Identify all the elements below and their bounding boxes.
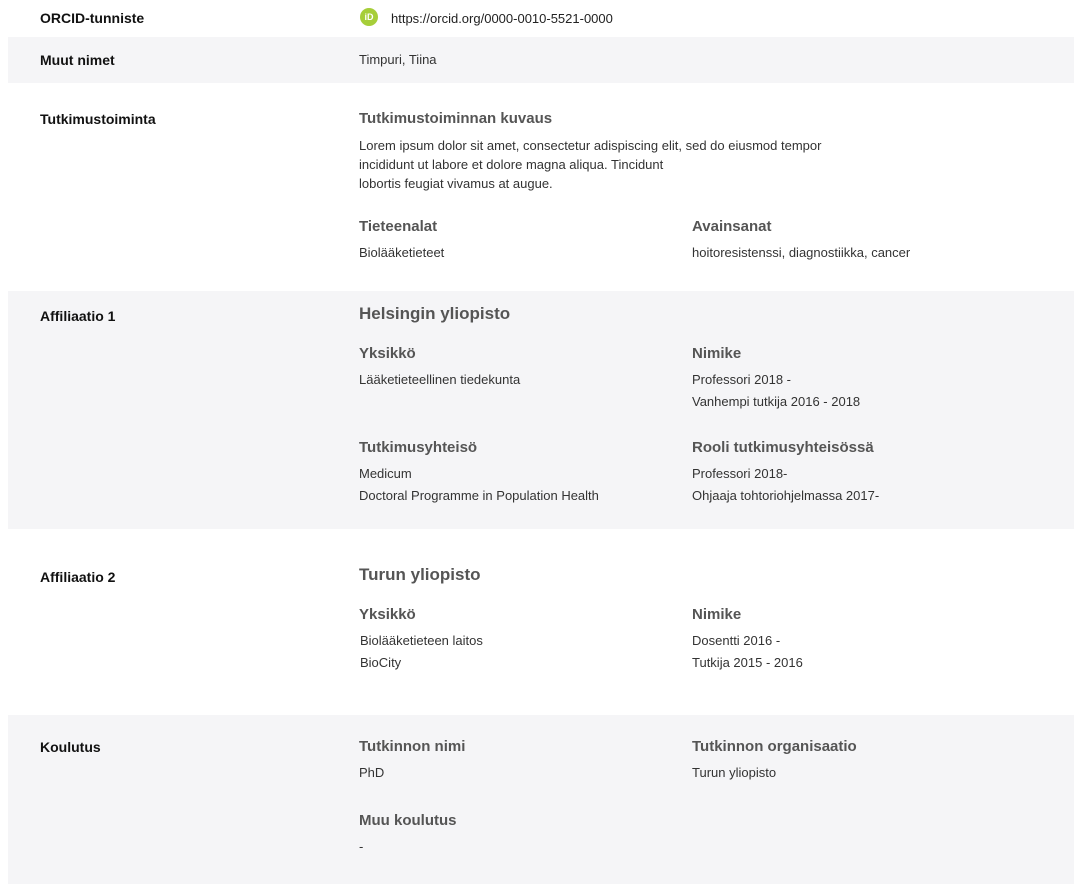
other-education-value: - (359, 839, 364, 854)
title-values: Professori 2018 - Vanhempi tutkija 2016 … (692, 369, 860, 413)
title-value: Professori 2018 - (692, 372, 791, 387)
other-names-label: Muut nimet (40, 52, 115, 68)
fields-heading: Tieteenalat (359, 218, 438, 235)
title-values: Dosentti 2016 - Tutkija 2015 - 2016 (692, 630, 803, 674)
unit-heading: Yksikkö (359, 606, 416, 623)
orcid-icon: iD (360, 8, 378, 26)
research-label: Tutkimustoiminta (40, 111, 156, 127)
degree-org-value: Turun yliopisto (692, 765, 777, 780)
affiliation-2-label: Affiliaatio 2 (40, 569, 116, 585)
role-value: Ohjaaja tohtoriohjelmassa 2017- (692, 488, 880, 503)
community-heading: Tutkimusyhteisö (359, 439, 478, 456)
orcid-label: ORCID-tunniste (40, 10, 145, 26)
unit-values: Biolääketieteen laitos BioCity (360, 630, 483, 674)
community-values: Medicum Doctoral Programme in Population… (359, 463, 599, 507)
research-description: Lorem ipsum dolor sit amet, consectetur … (359, 136, 919, 193)
other-education-heading: Muu koulutus (359, 812, 457, 829)
community-value: Medicum (359, 466, 412, 481)
affiliation-1-row: Affiliaatio 1 Helsingin yliopisto Yksikk… (8, 291, 1074, 529)
title-heading: Nimike (692, 606, 742, 623)
fields-value: Biolääketieteet (359, 245, 445, 260)
title-heading: Nimike (692, 345, 742, 362)
research-description-heading: Tutkimustoiminnan kuvaus (359, 110, 553, 127)
keywords-heading: Avainsanat (692, 218, 772, 235)
title-value: Dosentti 2016 - (692, 633, 781, 648)
research-description-line: Lorem ipsum dolor sit amet, consectetur … (359, 138, 822, 153)
title-value: Tutkija 2015 - 2016 (692, 655, 803, 670)
community-value: Doctoral Programme in Population Health (359, 488, 599, 503)
role-heading: Rooli tutkimusyhteisössä (692, 439, 874, 456)
affiliation-2-row: Affiliaatio 2 Turun yliopisto Yksikkö Bi… (8, 529, 1074, 715)
research-description-line: lobortis feugiat vivamus at augue. (359, 176, 553, 191)
keywords-value: hoitoresistenssi, diagnostiikka, cancer (692, 245, 911, 260)
education-label: Koulutus (40, 739, 101, 755)
title-value: Vanhempi tutkija 2016 - 2018 (692, 394, 861, 409)
unit-value: BioCity (360, 655, 402, 670)
orcid-row: ORCID-tunniste iD https://orcid.org/0000… (8, 0, 1074, 37)
degree-heading: Tutkinnon nimi (359, 738, 466, 755)
research-row: Tutkimustoiminta Tutkimustoiminnan kuvau… (8, 83, 1074, 291)
orcid-link[interactable]: https://orcid.org/0000-0010-5521-0000 (391, 11, 613, 26)
profile-page: ORCID-tunniste iD https://orcid.org/0000… (0, 0, 1074, 884)
unit-heading: Yksikkö (359, 345, 416, 362)
unit-value: Biolääketieteen laitos (360, 633, 483, 648)
other-names-value: Timpuri, Tiina (359, 52, 437, 67)
research-description-line: incididunt ut labore et dolore magna ali… (359, 157, 664, 172)
education-row: Koulutus Tutkinnon nimi PhD Tutkinnon or… (8, 715, 1074, 884)
role-values: Professori 2018- Ohjaaja tohtoriohjelmas… (692, 463, 879, 507)
degree-org-heading: Tutkinnon organisaatio (692, 738, 857, 755)
other-names-row: Muut nimet Timpuri, Tiina (8, 37, 1074, 83)
affiliation-1-org: Helsingin yliopisto (359, 304, 511, 323)
affiliation-2-org: Turun yliopisto (359, 565, 481, 584)
unit-value: Lääketieteellinen tiedekunta (359, 372, 521, 387)
degree-value: PhD (359, 765, 385, 780)
role-value: Professori 2018- (692, 466, 788, 481)
affiliation-1-label: Affiliaatio 1 (40, 308, 116, 324)
